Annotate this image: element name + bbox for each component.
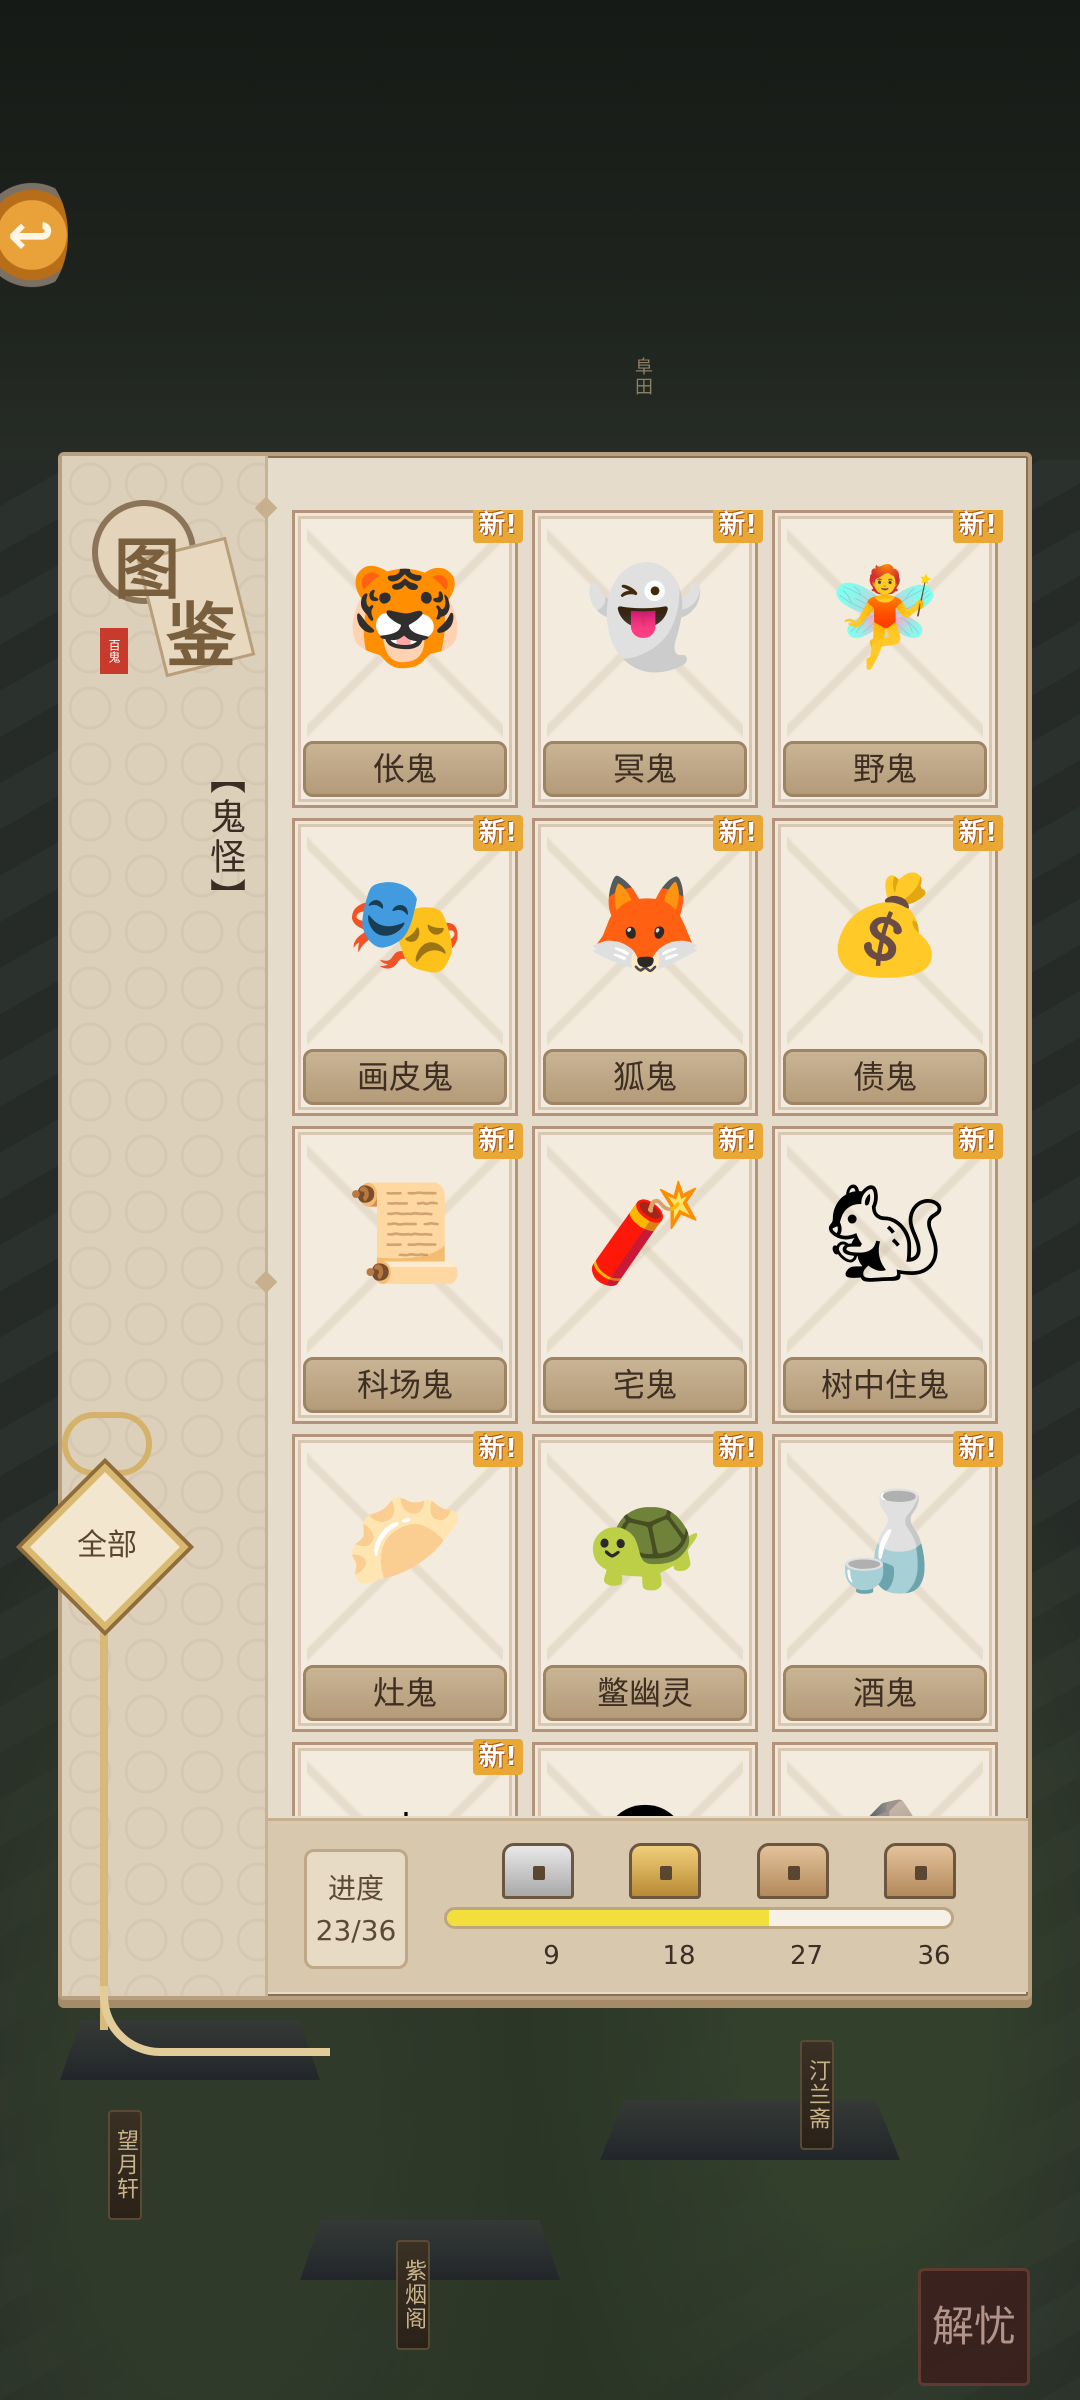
monster-name: 酒鬼 (783, 1665, 987, 1721)
new-badge: 新! (473, 1431, 523, 1467)
new-badge: 新! (953, 815, 1003, 851)
progress-value: 23/36 (315, 1914, 397, 1947)
location-sign-fu-tian: 阜田 (632, 357, 653, 397)
monster-card[interactable]: 🎭 画皮鬼 新! (292, 815, 523, 1116)
monster-name: 灶鬼 (303, 1665, 507, 1721)
roof (300, 2220, 560, 2280)
reward-chest-icon[interactable] (756, 1843, 829, 1899)
chest-lock-icon (532, 1866, 545, 1880)
codex-panel: 图 鉴 百鬼 【鬼怪】 🐯 伥鬼 新! 👻 冥鬼 新! 🧚 野鬼 新! 🎭 画皮鬼 新! 🦊 狐鬼 新! 💰 债… (58, 452, 1032, 2000)
monster-name: 宅鬼 (543, 1357, 747, 1413)
new-badge: 新! (713, 1123, 763, 1159)
new-badge: 新! (953, 1431, 1003, 1467)
cook-ghost-art: 🥟 (345, 1485, 465, 1597)
fox-ghost-art: 🦊 (585, 869, 705, 981)
umbrella-ghost-art: 🧨 (585, 1177, 705, 1289)
progress-label: 进度 (327, 1872, 384, 1905)
title-stamp: 百鬼 (100, 628, 128, 674)
monster-name: 冥鬼 (543, 741, 747, 797)
codex-sidebar: 图 鉴 百鬼 【鬼怪】 (62, 456, 268, 1996)
monster-name: 画皮鬼 (303, 1049, 507, 1105)
drunk-ghost-art: 🍶 (825, 1485, 945, 1597)
new-badge: 新! (953, 1123, 1003, 1159)
monster-card[interactable]: 🥟 灶鬼 新! (292, 1431, 523, 1732)
chest-lock-icon (915, 1866, 927, 1880)
scholar-ghost-art: 📜 (345, 1177, 465, 1289)
progress-bar (444, 1907, 954, 1929)
progress-box: 进度 23/36 (304, 1849, 408, 1969)
reward-chest-icon[interactable] (884, 1843, 956, 1899)
milestone-label: 18 (662, 1941, 696, 1971)
back-arrow-icon: ↩ (7, 202, 55, 268)
girl-ghost-art: 🧚 (825, 561, 945, 673)
new-badge: 新! (713, 1431, 763, 1467)
monster-card[interactable]: 🐢 鳖幽灵 新! (532, 1431, 763, 1732)
reward-chest-icon[interactable] (501, 1843, 574, 1899)
tiger-ghost-art: 🐯 (345, 561, 465, 673)
night-sky-background (0, 0, 1080, 460)
seal-text: 解忧 (931, 2302, 1016, 2351)
milestone-label: 36 (917, 1941, 951, 1971)
monster-name: 鳖幽灵 (543, 1665, 747, 1721)
monster-name: 树中住鬼 (783, 1357, 987, 1413)
opera-mask-ghost-art: 🎭 (345, 869, 465, 981)
rock-ghost-art: 🪨 (825, 1801, 945, 1816)
monster-name: 狐鬼 (543, 1049, 747, 1105)
tassel-ornament (100, 1986, 330, 2056)
monster-card[interactable]: 🐿 树中住鬼 新! (772, 1123, 1003, 1424)
new-badge: 新! (473, 815, 523, 851)
title-char-jian: 鉴 (166, 594, 236, 677)
debt-sack-ghost-art: 💰 (825, 869, 945, 981)
monster-card[interactable]: ☂ 新! (292, 1739, 523, 1816)
location-sign-zi-yan-ge[interactable]: 紫烟阁 (396, 2240, 430, 2350)
reward-chest-icon[interactable] (629, 1843, 701, 1899)
monster-card[interactable]: 🐯 伥鬼 新! (292, 510, 523, 808)
category-label: 【鬼怪】 (204, 758, 245, 918)
location-sign-ting-lan-zhai[interactable]: 汀兰斋 (800, 2040, 834, 2150)
monster-card[interactable]: 🌑 (532, 1742, 758, 1816)
monster-card[interactable]: 🧨 宅鬼 新! (532, 1123, 763, 1424)
monster-card[interactable]: 🦊 狐鬼 新! (532, 815, 763, 1116)
new-badge: 新! (473, 510, 523, 543)
monster-name: 科场鬼 (303, 1357, 507, 1413)
monster-card[interactable]: 🪨 (772, 1742, 998, 1816)
monster-card[interactable]: 👻 冥鬼 新! (532, 510, 763, 808)
location-sign-wang-yue-xuan[interactable]: 望月轩 (108, 2110, 142, 2220)
progress-area: 进度 23/36 9 18 27 36 (268, 1818, 1028, 1992)
new-badge: 新! (473, 1123, 523, 1159)
roof (600, 2100, 900, 2160)
new-badge: 新! (713, 510, 763, 543)
monster-card[interactable]: 🧚 野鬼 新! (772, 510, 1003, 808)
chest-lock-icon (660, 1866, 672, 1880)
milestone-label: 9 (543, 1941, 560, 1971)
new-badge: 新! (473, 1739, 523, 1775)
jie-you-seal[interactable]: 解忧 (918, 2268, 1030, 2386)
turtle-spirit-art: 🐢 (585, 1485, 705, 1597)
monster-card[interactable]: 💰 债鬼 新! (772, 815, 1003, 1116)
squirrel-art: 🐿 (824, 1177, 946, 1289)
parasol-ghost-art: ☂ (362, 1801, 448, 1816)
chest-lock-icon (787, 1866, 800, 1880)
monster-card[interactable]: 🍶 酒鬼 新! (772, 1431, 1003, 1732)
dark-ghost-art: 🌑 (595, 1801, 695, 1816)
monster-grid[interactable]: 🐯 伥鬼 新! 👻 冥鬼 新! 🧚 野鬼 新! 🎭 画皮鬼 新! 🦊 狐鬼 新! 💰 债鬼 新! 📜 科场鬼 新! 🧨 宅鬼… (292, 510, 1072, 1816)
new-badge: 新! (713, 815, 763, 851)
new-badge: 新! (953, 510, 1003, 543)
milestone-label: 27 (789, 1941, 824, 1971)
codex-title-badge: 图 鉴 百鬼 (92, 494, 256, 678)
monster-name: 伥鬼 (303, 741, 507, 797)
blue-flame-ghost-art: 👻 (585, 561, 705, 673)
filter-all-label[interactable]: 全部 (46, 1520, 168, 1564)
monster-name: 债鬼 (783, 1049, 987, 1105)
progress-bar-fill (447, 1910, 769, 1926)
monster-card[interactable]: 📜 科场鬼 新! (292, 1123, 523, 1424)
monster-name: 野鬼 (783, 741, 987, 797)
